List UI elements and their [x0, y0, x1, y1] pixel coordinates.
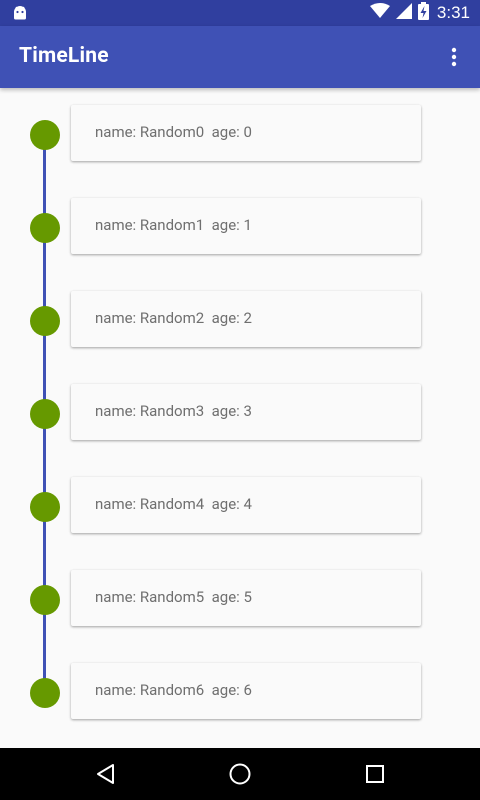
wifi-icon [369, 3, 390, 23]
timeline-dot [30, 120, 60, 150]
timeline-card[interactable]: name: Random1 age: 1 [71, 198, 421, 254]
timeline-card[interactable]: name: Random4 age: 4 [71, 477, 421, 533]
battery-charging-icon [417, 2, 429, 24]
timeline-row: name: Random4 age: 4 [0, 477, 480, 535]
timeline-list[interactable]: name: Random0 age: 0 name: Random1 age: … [0, 88, 480, 748]
android-icon [12, 5, 28, 25]
card-text: name: Random3 age: 3 [95, 402, 252, 420]
status-time: 3:31 [436, 3, 470, 22]
signal-icon [395, 3, 412, 23]
card-text: name: Random1 age: 1 [95, 216, 252, 234]
more-vert-icon[interactable] [442, 45, 466, 69]
timeline-card[interactable]: name: Random6 age: 6 [71, 663, 421, 719]
timeline-row: name: Random1 age: 1 [0, 198, 480, 256]
timeline-card[interactable]: name: Random2 age: 2 [71, 291, 421, 347]
timeline-dot [30, 585, 60, 615]
timeline-card[interactable]: name: Random3 age: 3 [71, 384, 421, 440]
card-text: name: Random0 age: 0 [95, 123, 252, 141]
timeline-dot [30, 213, 60, 243]
timeline-dot [30, 399, 60, 429]
card-text: name: Random2 age: 2 [95, 309, 252, 327]
card-text: name: Random4 age: 4 [95, 495, 252, 513]
timeline-row: name: Random3 age: 3 [0, 384, 480, 442]
timeline-dot [30, 492, 60, 522]
timeline-row: name: Random0 age: 0 [0, 105, 480, 163]
home-icon[interactable] [228, 762, 252, 786]
timeline-row: name: Random6 age: 6 [0, 663, 480, 721]
back-icon[interactable] [94, 762, 118, 786]
timeline-card[interactable]: name: Random0 age: 0 [71, 105, 421, 161]
recents-icon[interactable] [363, 762, 387, 786]
navigation-bar [0, 748, 480, 800]
timeline-dot [30, 306, 60, 336]
app-bar: TimeLine [0, 26, 480, 88]
card-text: name: Random5 age: 5 [95, 588, 252, 606]
timeline-row: name: Random2 age: 2 [0, 291, 480, 349]
card-text: name: Random6 age: 6 [95, 681, 252, 699]
timeline-dot [30, 678, 60, 708]
timeline-card[interactable]: name: Random5 age: 5 [71, 570, 421, 626]
app-title: TimeLine [19, 44, 109, 68]
timeline-row: name: Random5 age: 5 [0, 570, 480, 628]
status-bar: 3:31 [0, 0, 480, 26]
